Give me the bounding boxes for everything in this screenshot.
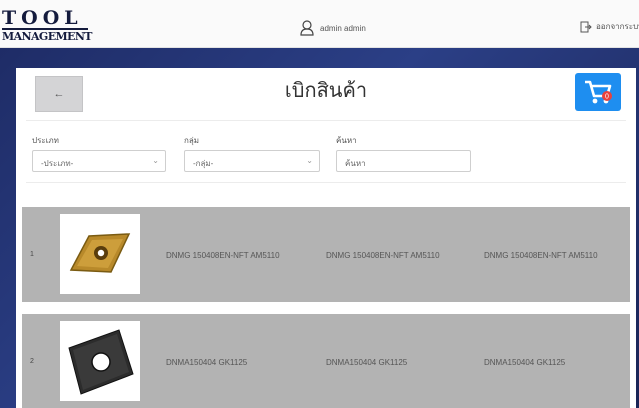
main-content: ← เบิกสินค้า 0 ประเภท -ประเภท- ⌄ กลุ่ม -… xyxy=(16,68,636,408)
product-image-black-insert xyxy=(60,321,140,401)
product-name: DNMG 150408EN-NFT AM5110 xyxy=(326,251,440,260)
cart-badge-count: 0 xyxy=(605,94,609,101)
top-navbar: TOOL MANAGEMENT admin admin ออกจากระบบ xyxy=(0,0,639,48)
cart-icon: 0 xyxy=(585,80,612,104)
row-index: 1 xyxy=(30,251,34,258)
logout-label: ออกจากระบบ xyxy=(596,22,639,31)
group-label: กลุ่ม xyxy=(184,136,200,145)
row-index: 2 xyxy=(30,358,34,365)
search-label: ค้นหา xyxy=(336,136,357,145)
group-select-value: -กลุ่ม- xyxy=(193,159,214,168)
type-label: ประเภท xyxy=(32,136,59,145)
product-row[interactable]: 1 DNMG 150408EN-NFT AM5110 DNMG 150408EN… xyxy=(22,207,630,302)
search-input[interactable]: ค้นหา xyxy=(336,150,471,172)
group-select[interactable]: -กลุ่ม- ⌄ xyxy=(184,150,320,172)
user-icon xyxy=(300,20,314,36)
logout-icon xyxy=(580,21,592,32)
product-description: DNMA150404 GK1125 xyxy=(484,358,566,367)
search-placeholder: ค้นหา xyxy=(345,159,366,168)
logo-line-1: TOOL xyxy=(2,7,83,29)
product-row[interactable]: 2 DNMA150404 GK1125 DNMA150404 GK1125 DN… xyxy=(22,314,630,408)
page-title: เบิกสินค้า xyxy=(284,80,368,102)
type-select-value: -ประเภท- xyxy=(41,159,74,168)
divider xyxy=(26,182,626,183)
logo-line-2: MANAGEMENT xyxy=(2,28,92,43)
cart-button[interactable]: 0 xyxy=(575,73,621,111)
user-menu[interactable]: admin admin xyxy=(300,20,366,36)
product-image-gold-insert xyxy=(60,214,140,294)
tool-management-logo[interactable]: TOOL MANAGEMENT xyxy=(2,7,92,46)
product-code: DNMG 150408EN-NFT AM5110 xyxy=(166,251,280,260)
divider xyxy=(26,120,626,121)
chevron-down-icon: ⌄ xyxy=(152,156,159,165)
product-code: DNMA150404 GK1125 xyxy=(166,358,248,367)
user-name: admin admin xyxy=(320,23,366,33)
logout-button[interactable]: ออกจากระบบ xyxy=(580,20,639,33)
product-name: DNMA150404 GK1125 xyxy=(326,358,408,367)
product-description: DNMG 150408EN-NFT AM5110 xyxy=(484,251,598,260)
chevron-down-icon: ⌄ xyxy=(306,156,313,165)
type-select[interactable]: -ประเภท- ⌄ xyxy=(32,150,166,172)
